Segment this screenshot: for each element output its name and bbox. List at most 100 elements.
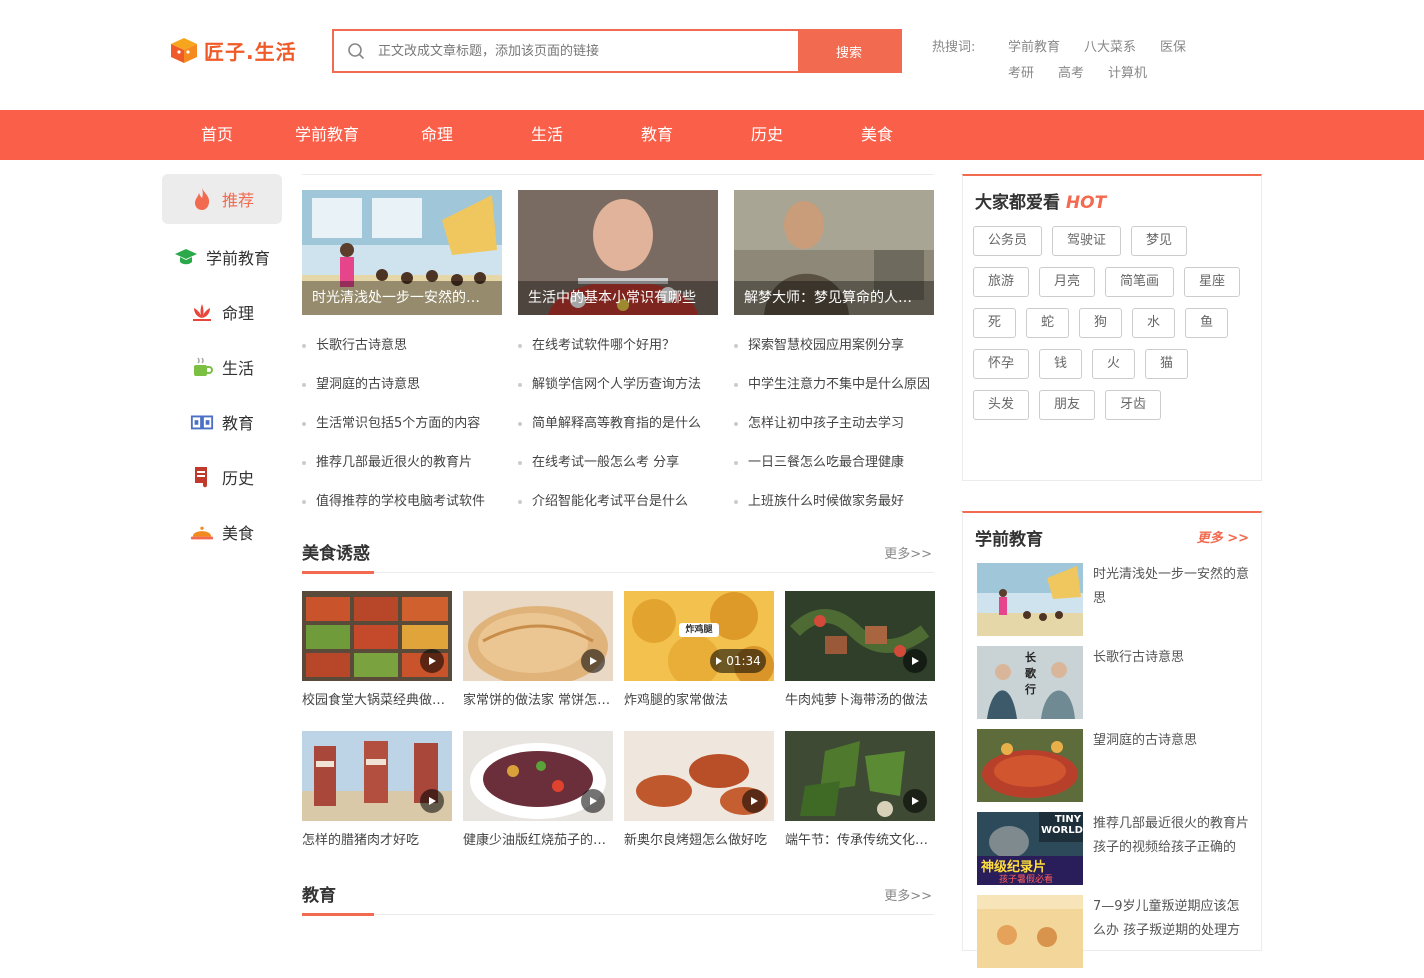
list-item[interactable]: 中学生注意力不集中是什么原因 <box>734 365 934 404</box>
search-input[interactable] <box>378 31 798 71</box>
list-item[interactable]: 时光清浅处一步一安然的意思 <box>977 563 1249 646</box>
section-header-education: 教育 更多>> <box>302 867 934 916</box>
featured-article[interactable]: 生活中的基本小常识有哪些 <box>518 190 718 315</box>
sidebar-item-preschool[interactable]: 学前教育 <box>162 229 282 284</box>
article-title: 推荐几部最近很火的教育片 孩子的视频给孩子正确的 <box>1093 816 1250 855</box>
video-title: 校园食堂大锅菜经典做法分享 <box>302 693 452 708</box>
tag[interactable]: 月亮 <box>1039 267 1096 297</box>
hot-keyword[interactable]: 八大菜系 <box>1084 36 1136 55</box>
sidebar-item-recommend[interactable]: 推荐 <box>162 174 282 224</box>
hot-keyword[interactable]: 高考 <box>1058 62 1084 81</box>
video-card[interactable]: 校园食堂大锅菜经典做法分享 <box>302 591 452 731</box>
sidebar-item-education[interactable]: 教育 <box>162 394 282 449</box>
list-item[interactable]: 简单解释高等教育指的是什么 <box>518 404 718 443</box>
nav-item-preschool[interactable]: 学前教育 <box>295 110 359 160</box>
site-logo[interactable]: 匠子.生活 <box>168 34 297 66</box>
sidebar-item-fortune[interactable]: 命理 <box>162 284 282 339</box>
play-icon[interactable] <box>420 789 444 813</box>
main-nav: 首页 学前教育 命理 生活 教育 历史 美食 <box>0 110 1424 160</box>
tag[interactable]: 蛇 <box>1026 308 1070 338</box>
video-thumbnail <box>463 591 613 681</box>
list-item[interactable]: 介绍智能化考试平台是什么 <box>518 482 718 521</box>
search-button[interactable]: 搜索 <box>798 31 900 71</box>
play-icon[interactable] <box>903 649 927 673</box>
list-item[interactable]: 一日三餐怎么吃最合理健康 <box>734 443 934 482</box>
more-link[interactable]: 更多>> <box>884 543 932 562</box>
list-item[interactable]: 怎样让初中孩子主动去学习 <box>734 404 934 443</box>
list-item[interactable]: 值得推荐的学校电脑考试软件 <box>302 482 502 521</box>
play-icon[interactable]: 01:34 <box>710 649 766 673</box>
video-thumbnail <box>302 591 452 681</box>
list-item[interactable]: 在线考试一般怎么考 分享 <box>518 443 718 482</box>
list-item[interactable]: 长歌行 长歌行古诗意思 <box>977 646 1249 729</box>
category-sidebar: 推荐 学前教育 命理 生活 教育 历史 美食 <box>162 174 282 559</box>
nav-item-food[interactable]: 美食 <box>861 110 893 160</box>
thumb-text: 长歌行 <box>1025 651 1036 696</box>
section-underline <box>302 913 374 916</box>
list-item[interactable]: 生活常识包括5个方面的内容 <box>302 404 502 443</box>
video-thumbnail <box>785 731 935 821</box>
nav-item-education[interactable]: 教育 <box>641 110 673 160</box>
article-thumbnail <box>977 895 1083 968</box>
video-card[interactable]: 炸鸡腿 01:34 炸鸡腿的家常做法 <box>624 591 774 731</box>
tag[interactable]: 驾驶证 <box>1052 226 1122 256</box>
list-item[interactable]: 长歌行古诗意思 <box>302 326 502 365</box>
video-card[interactable]: 端午节：传承传统文化吃粽子 <box>785 731 935 871</box>
video-card[interactable]: 健康少油版红烧茄子的做法 <box>463 731 613 871</box>
more-link[interactable]: 更多 >> <box>1197 527 1249 546</box>
sidebar-item-history[interactable]: 历史 <box>162 449 282 504</box>
tag[interactable]: 狗 <box>1079 308 1123 338</box>
tag[interactable]: 猫 <box>1145 349 1189 379</box>
tag[interactable]: 怀孕 <box>973 349 1030 379</box>
featured-article[interactable]: 时光清浅处一步一安然的意思 <box>302 190 502 315</box>
tag[interactable]: 钱 <box>1039 349 1083 379</box>
list-item[interactable]: 望洞庭的古诗意思 <box>977 729 1249 812</box>
tag[interactable]: 鱼 <box>1185 308 1229 338</box>
list-item[interactable]: TINY WORLD 神级纪录片 孩子暑假必看 推荐几部最近很火的教育片 孩子的… <box>977 812 1249 895</box>
tag[interactable]: 牙齿 <box>1105 390 1162 420</box>
tag[interactable]: 水 <box>1132 308 1176 338</box>
food-video-grid: 校园食堂大锅菜经典做法分享 家常饼的做法家 常饼怎么做 炸鸡腿 01:34 炸鸡… <box>302 591 935 871</box>
play-icon[interactable] <box>420 649 444 673</box>
tag[interactable]: 火 <box>1092 349 1136 379</box>
list-item[interactable]: 7—9岁儿童叛逆期应该怎么办 孩子叛逆期的处理方 <box>977 895 1249 978</box>
sidebar-item-life[interactable]: 生活 <box>162 339 282 394</box>
nav-item-life[interactable]: 生活 <box>531 110 563 160</box>
video-card[interactable]: 怎样的腊猪肉才好吃 <box>302 731 452 871</box>
tag[interactable]: 简笔画 <box>1105 267 1175 297</box>
more-link[interactable]: 更多>> <box>884 885 932 904</box>
play-icon[interactable] <box>742 789 766 813</box>
tag[interactable]: 星座 <box>1184 267 1241 297</box>
hot-keyword[interactable]: 计算机 <box>1108 62 1147 81</box>
tag[interactable]: 旅游 <box>973 267 1030 297</box>
list-item[interactable]: 解锁学信网个人学历查询方法 <box>518 365 718 404</box>
article-title: 时光清浅处一步一安然的意思 <box>1093 567 1250 606</box>
tag[interactable]: 梦见 <box>1131 226 1188 256</box>
tag[interactable]: 死 <box>973 308 1017 338</box>
list-item[interactable]: 推荐几部最近很火的教育片 <box>302 443 502 482</box>
nav-item-fortune[interactable]: 命理 <box>421 110 453 160</box>
play-icon[interactable] <box>581 789 605 813</box>
play-icon[interactable] <box>581 649 605 673</box>
tag[interactable]: 头发 <box>973 390 1030 420</box>
hot-keyword[interactable]: 学前教育 <box>1008 36 1060 55</box>
teacup-icon <box>190 355 214 379</box>
sidebar-item-label: 历史 <box>221 468 254 488</box>
nav-item-history[interactable]: 历史 <box>751 110 783 160</box>
search-icon <box>334 31 378 71</box>
video-card[interactable]: 新奥尔良烤翅怎么做好吃 <box>624 731 774 871</box>
hot-keyword[interactable]: 医保 <box>1160 36 1186 55</box>
list-item[interactable]: 在线考试软件哪个好用？ <box>518 326 718 365</box>
list-item[interactable]: 上班族什么时候做家务最好 <box>734 482 934 521</box>
hot-keyword[interactable]: 考研 <box>1008 62 1034 81</box>
tag[interactable]: 公务员 <box>973 226 1043 256</box>
list-item[interactable]: 探索智慧校园应用案例分享 <box>734 326 934 365</box>
featured-article[interactable]: 解梦大师：梦见算命的人是什么意思 <box>734 190 934 315</box>
list-item[interactable]: 望洞庭的古诗意思 <box>302 365 502 404</box>
video-card[interactable]: 家常饼的做法家 常饼怎么做 <box>463 591 613 731</box>
video-card[interactable]: 牛肉炖萝卜海带汤的做法 <box>785 591 935 731</box>
tag[interactable]: 朋友 <box>1039 390 1096 420</box>
nav-item-home[interactable]: 首页 <box>201 110 233 160</box>
sidebar-item-food[interactable]: 美食 <box>162 504 282 559</box>
play-icon[interactable] <box>903 789 927 813</box>
